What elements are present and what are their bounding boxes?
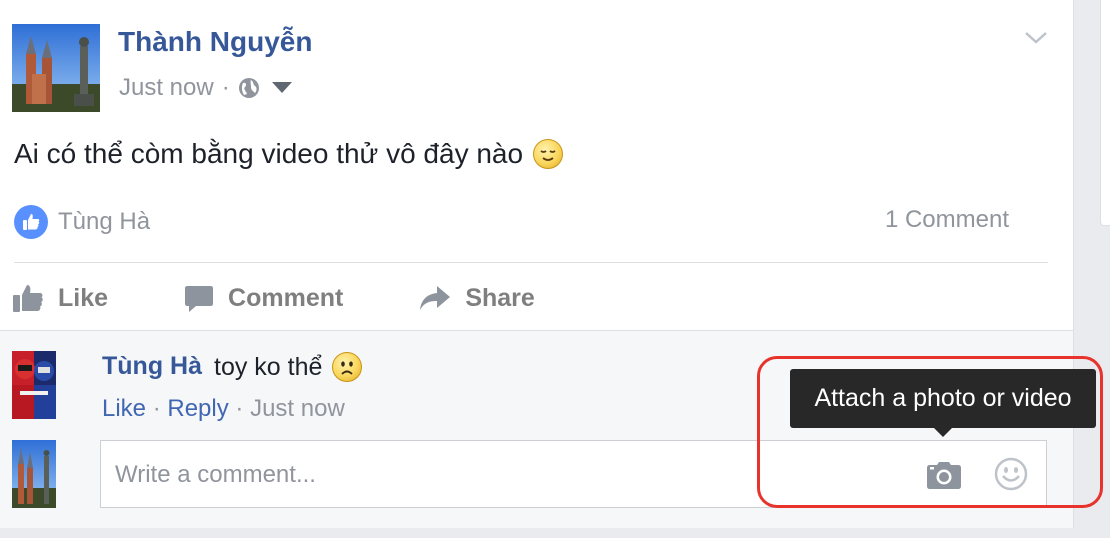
divider [14, 262, 1048, 263]
post-text: Ai có thể còm bằng video thử vô đây nào [14, 138, 564, 170]
comment-author[interactable]: Tùng Hà [102, 352, 202, 381]
speech-bubble-icon [185, 286, 214, 312]
share-button[interactable]: Share [419, 276, 535, 320]
thumbs-up-icon [13, 285, 43, 312]
tooltip-arrow [934, 428, 952, 437]
comment-text: toy ko thể [214, 352, 363, 382]
relieved-smile-emoji [533, 139, 564, 169]
comment-count[interactable]: 1 Comment [885, 206, 1009, 234]
share-arrow-icon [420, 286, 451, 310]
share-label: Share [465, 283, 535, 312]
globe-icon[interactable] [238, 77, 260, 99]
commenter-avatar[interactable] [12, 351, 56, 419]
current-user-avatar[interactable] [12, 440, 56, 508]
comment-actions: Like · Reply · Just now [102, 395, 345, 423]
chevron-down-icon[interactable] [1024, 30, 1048, 51]
attach-tooltip: Attach a photo or video [790, 369, 1096, 428]
comment-like-link[interactable]: Like [102, 395, 146, 422]
adjacent-panel-edge [1100, 0, 1110, 226]
like-label: Like [58, 283, 109, 312]
comment-text-content: toy ko thể [214, 352, 323, 381]
reaction-names[interactable]: Tùng Hà [58, 208, 150, 236]
post-timestamp[interactable]: Just now [119, 74, 214, 102]
post-meta: Just now · [119, 74, 292, 102]
like-button[interactable]: Like [12, 276, 108, 320]
author-avatar[interactable] [12, 24, 100, 112]
comment-button[interactable]: Comment [184, 276, 343, 320]
frown-emoji [332, 352, 363, 382]
comment-reply-link[interactable]: Reply [167, 395, 228, 422]
meta-separator: · [221, 74, 230, 101]
camera-icon[interactable] [926, 461, 962, 494]
author-name[interactable]: Thành Nguyễn [118, 26, 312, 58]
comment-actions-separator-1: · [152, 395, 161, 422]
reactions-summary[interactable]: Tùng Hà [14, 205, 150, 239]
comment-actions-separator-2: · [235, 395, 244, 422]
audience-dropdown-icon[interactable] [271, 82, 292, 94]
post-text-content: Ai có thể còm bằng video thử vô đây nào [14, 138, 524, 169]
comment-timestamp[interactable]: Just now [250, 395, 345, 422]
action-bar: Like Comment Share [12, 276, 611, 320]
like-icon [14, 205, 48, 239]
comment-label: Comment [228, 283, 344, 312]
comment-input[interactable] [113, 455, 897, 495]
smiley-icon[interactable] [994, 457, 1028, 496]
comment-composer [100, 440, 1047, 508]
